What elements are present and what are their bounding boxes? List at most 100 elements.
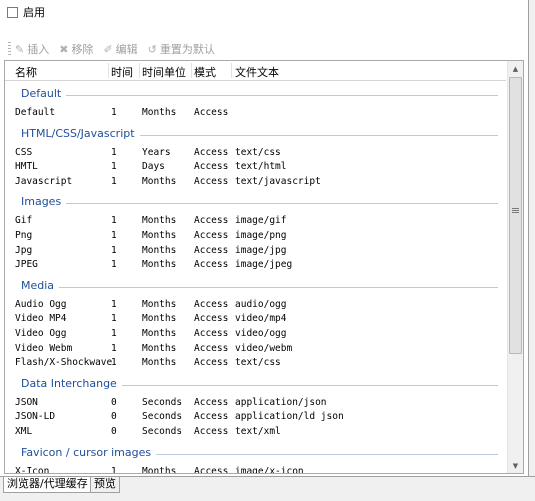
list-item[interactable]: X-Icon 1 Months Access image/x-icon [5, 465, 508, 474]
list-item[interactable]: Default 1 Months Access [5, 106, 508, 121]
cell-mode: Access [194, 259, 229, 271]
group-header[interactable]: Media [5, 276, 508, 298]
cell-unit: Months [142, 465, 177, 474]
cell-time: 1 [111, 357, 117, 369]
list-item[interactable]: JSON 0 Seconds Access application/json [5, 396, 508, 411]
toolbar-grip [8, 42, 11, 56]
cell-mode: Access [194, 161, 229, 173]
insert-label: 插入 [27, 43, 50, 56]
cell-unit: Months [142, 357, 177, 369]
scroll-grip-icon [512, 208, 519, 213]
remove-icon: ✖ [59, 42, 69, 56]
column-divider[interactable] [231, 63, 232, 78]
list-item[interactable]: CSS 1 Years Access text/css [5, 146, 508, 161]
list-item[interactable]: Png 1 Months Access image/png [5, 229, 508, 244]
cell-time: 1 [111, 215, 117, 227]
list-item[interactable]: Jpg 1 Months Access image/jpg [5, 244, 508, 259]
cell-unit: Seconds [142, 411, 183, 423]
list-item[interactable]: Video Ogg 1 Months Access video/ogg [5, 327, 508, 342]
vertical-scrollbar[interactable]: ▲ ▼ [507, 61, 523, 473]
cell-mode: Access [194, 229, 229, 241]
cell-time: 1 [111, 244, 117, 256]
scroll-down-icon[interactable]: ▼ [508, 458, 523, 473]
cell-name: JPEG [15, 259, 38, 271]
cell-mode: Access [194, 215, 229, 227]
cell-mode: Access [194, 298, 229, 310]
column-header-mime[interactable]: 文件文本 [235, 64, 279, 80]
cell-time: 1 [111, 465, 117, 474]
cell-time: 1 [111, 298, 117, 310]
list-item[interactable]: XML 0 Seconds Access text/xml [5, 425, 508, 440]
cache-rules-list[interactable]: 名称 时间 时间单位 模式 文件文本 Default Default 1 Months… [4, 60, 524, 474]
window-edge [528, 0, 535, 500]
group-title: Images [21, 195, 67, 209]
list-item[interactable]: Audio Ogg 1 Months Access audio/ogg [5, 298, 508, 313]
cell-time: 1 [111, 259, 117, 271]
cell-mode: Access [194, 146, 229, 158]
group-header[interactable]: Default [5, 84, 508, 106]
cell-unit: Seconds [142, 425, 183, 437]
column-divider[interactable] [108, 63, 109, 78]
column-header-unit[interactable]: 时间单位 [142, 64, 186, 80]
enable-checkbox[interactable] [7, 6, 18, 18]
cell-unit: Months [142, 327, 177, 339]
list-content: Default Default 1 Months Access HTML/CSS/Java… [5, 81, 508, 473]
cell-time: 0 [111, 411, 117, 423]
group-header[interactable]: Data Interchange [5, 374, 508, 396]
cell-time: 1 [111, 107, 117, 118]
edit-button[interactable]: ✐ 编辑 [103, 41, 137, 57]
cell-mime: text/javascript [235, 175, 321, 187]
scroll-thumb[interactable] [509, 77, 522, 354]
group-header[interactable]: Images [5, 192, 508, 214]
list-item[interactable]: JSON-LD 0 Seconds Access application/ld json [5, 410, 508, 425]
remove-button[interactable]: ✖ 移除 [59, 41, 93, 57]
column-header-mode[interactable]: 模式 [194, 64, 216, 80]
cell-name: JSON-LD [15, 411, 56, 423]
cell-mode: Access [194, 327, 229, 339]
cell-time: 1 [111, 327, 117, 339]
cell-unit: Seconds [142, 396, 183, 408]
cell-mime: text/html [235, 161, 287, 173]
cell-name: Video Ogg [15, 327, 67, 339]
list-item[interactable]: JPEG 1 Months Access image/jpeg [5, 258, 508, 273]
scroll-up-icon[interactable]: ▲ [508, 61, 523, 76]
cell-mode: Access [194, 107, 229, 118]
toolbar: ✎ 插入 ✖ 移除 ✐ 编辑 ↺ 重置为默认 [4, 39, 525, 59]
group-title: Favicon / cursor images [21, 445, 157, 459]
list-item[interactable]: Flash/X-Shockwave 1 Months Access text/css [5, 356, 508, 371]
cell-mime: image/gif [235, 215, 287, 227]
insert-icon: ✎ [15, 42, 25, 56]
enable-toggle[interactable]: 启用 [7, 5, 45, 19]
cell-unit: Years [142, 146, 171, 158]
column-header-name[interactable]: 名称 [15, 64, 37, 80]
group-divider [21, 286, 498, 288]
column-divider[interactable] [139, 63, 140, 78]
group-header[interactable]: Favicon / cursor images [5, 443, 508, 465]
list-item[interactable]: Gif 1 Months Access image/gif [5, 214, 508, 229]
cell-time: 1 [111, 342, 117, 354]
list-item[interactable]: HMTL 1 Days Access text/html [5, 160, 508, 175]
tab-browser-proxy-cache[interactable]: 浏览器/代理缓存 [3, 477, 92, 493]
list-item[interactable]: Javascript 1 Months Access text/javascript [5, 175, 508, 190]
reset-icon: ↺ [147, 42, 157, 56]
group-title: HTML/CSS/Javascript [21, 126, 140, 140]
list-item[interactable]: Video Webm 1 Months Access video/webm [5, 342, 508, 357]
cell-mode: Access [194, 357, 229, 369]
column-divider[interactable] [191, 63, 192, 78]
list-item[interactable]: Video MP4 1 Months Access video/mp4 [5, 312, 508, 327]
reset-button[interactable]: ↺ 重置为默认 [148, 41, 215, 57]
cell-mode: Access [194, 396, 229, 408]
column-header-time[interactable]: 时间 [111, 64, 133, 80]
group-title: Default [21, 87, 67, 100]
cell-mode: Access [194, 465, 229, 474]
tab-preview[interactable]: 预览 [90, 477, 120, 493]
group-header[interactable]: HTML/CSS/Javascript [5, 124, 508, 146]
bottom-tabbar: 浏览器/代理缓存 预览 [0, 476, 535, 501]
cell-time: 0 [111, 396, 117, 408]
cell-mime: image/png [235, 229, 287, 241]
cell-unit: Months [142, 244, 177, 256]
insert-button[interactable]: ✎ 插入 [15, 41, 49, 57]
cell-mode: Access [194, 342, 229, 354]
cell-mime: video/webm [235, 342, 293, 354]
cell-unit: Months [142, 313, 177, 325]
